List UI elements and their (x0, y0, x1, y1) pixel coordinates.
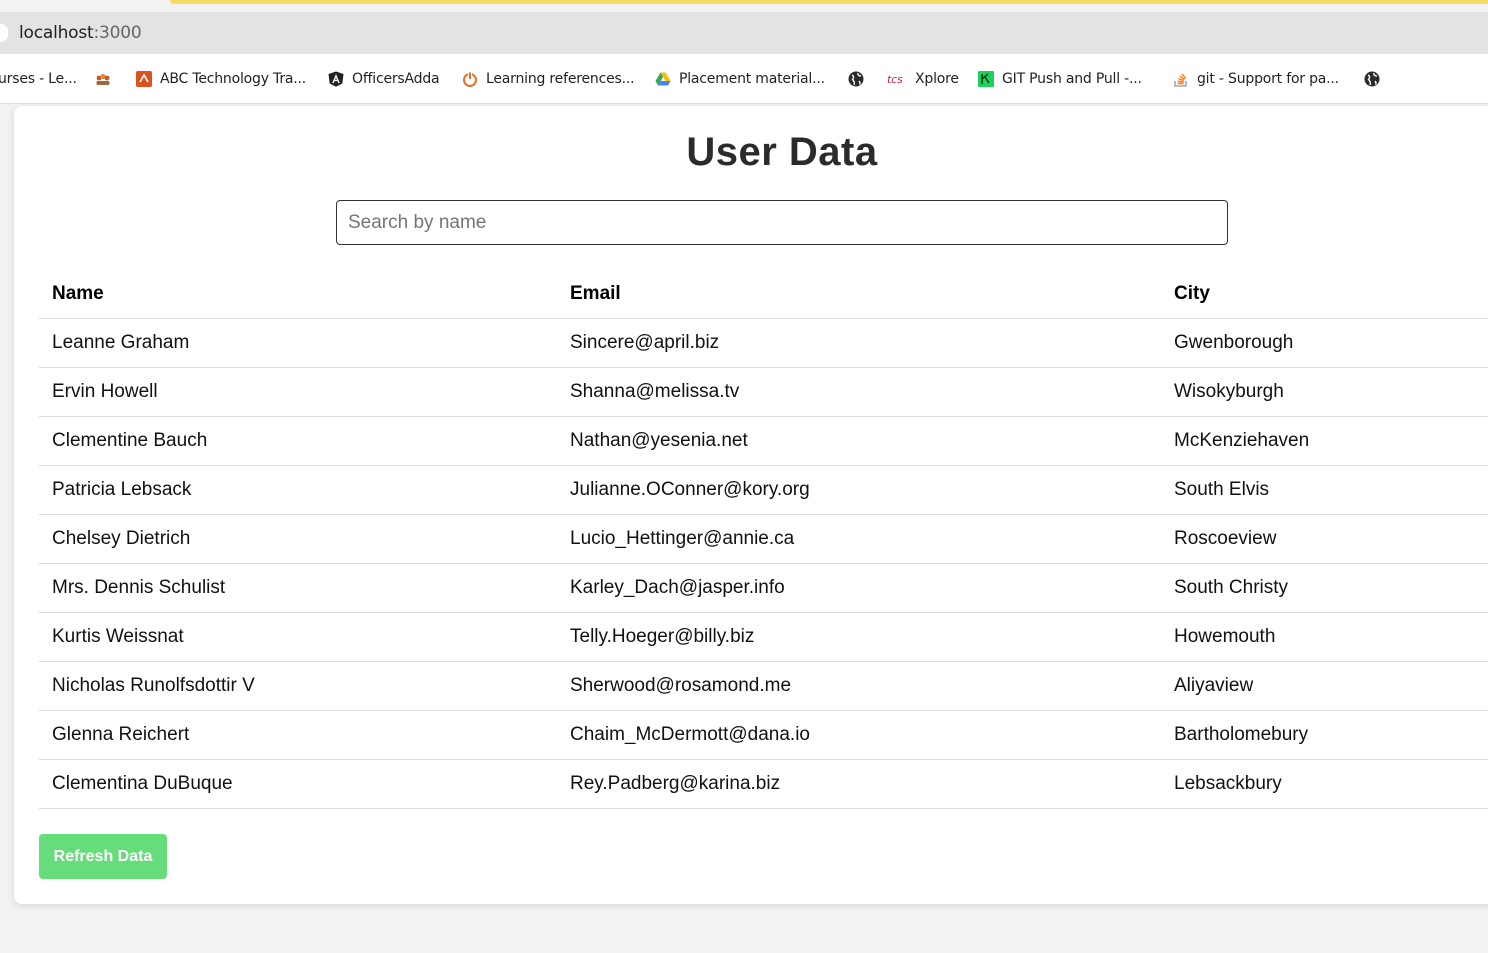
table-row: Leanne Graham Sincere@april.biz Gwenboro… (39, 319, 1488, 368)
cell-email: Karley_Dach@jasper.info (570, 577, 785, 598)
cell-email: Sincere@april.biz (570, 332, 720, 353)
cell-city: McKenziehaven (1174, 430, 1310, 451)
refresh-data-button[interactable]: Refresh Data (39, 834, 167, 879)
cell-city: Aliyaview (1174, 675, 1254, 696)
bookmark-label: Learning references... (486, 71, 635, 87)
table-row: Clementine Bauch Nathan@yesenia.net McKe… (39, 417, 1488, 466)
table-row: Mrs. Dennis Schulist Karley_Dach@jasper.… (39, 564, 1488, 613)
stack-overflow-icon (1174, 73, 1187, 87)
cell-email: Shanna@melissa.tv (570, 381, 740, 402)
column-header-email: Email (570, 283, 621, 304)
bookmark-abc-technology[interactable]: ABC Technology Tra... (136, 69, 306, 89)
table-header-row: Name Email City (39, 270, 1488, 319)
bookmark-globe-1[interactable] (848, 69, 872, 89)
svg-text:tcs: tcs (887, 73, 903, 86)
table-row: Glenna Reichert Chaim_McDermott@dana.io … (39, 711, 1488, 760)
bookmark-label: Xplore (915, 71, 959, 87)
bookmark-git-support[interactable]: git - Support for pa... (1173, 69, 1339, 89)
cell-city: Roscoeview (1174, 528, 1277, 549)
bookmark-label: urses - Le... (0, 71, 77, 87)
search-input[interactable] (336, 200, 1228, 245)
user-data-card: User Data Name Email City Leanne Graham … (14, 106, 1488, 904)
bookmark-group[interactable] (95, 69, 119, 89)
table-row: Nicholas Runolfsdottir V Sherwood@rosamo… (39, 662, 1488, 711)
url-text[interactable]: localhost:3000 (19, 23, 142, 43)
cell-name: Glenna Reichert (52, 724, 190, 745)
tcs-logo-icon: tcs (887, 73, 903, 86)
user-table: Name Email City Leanne Graham Sincere@ap… (39, 270, 1488, 809)
bookmark-label: Placement material... (679, 71, 825, 87)
site-info-icon[interactable] (0, 24, 8, 42)
cell-name: Nicholas Runolfsdottir V (52, 675, 255, 696)
orange-logo-icon (136, 71, 152, 87)
cell-city: Gwenborough (1174, 332, 1294, 353)
cell-name: Clementina DuBuque (52, 773, 233, 794)
cell-name: Mrs. Dennis Schulist (52, 577, 226, 598)
column-header-name: Name (52, 283, 104, 304)
bookmark-courses[interactable]: urses - Le... (0, 69, 77, 89)
bookmark-label: GIT Push and Pull -... (1002, 71, 1142, 87)
table-row: Chelsey Dietrich Lucio_Hettinger@annie.c… (39, 515, 1488, 564)
cell-email: Lucio_Hettinger@annie.ca (570, 528, 795, 549)
cell-email: Chaim_McDermott@dana.io (570, 724, 810, 745)
bookmark-git-push-pull[interactable]: GIT Push and Pull -... (978, 69, 1142, 89)
cell-name: Chelsey Dietrich (52, 528, 191, 549)
bookmark-label: ABC Technology Tra... (160, 71, 307, 87)
cell-city: South Christy (1174, 577, 1289, 598)
table-row: Patricia Lebsack Julianne.OConner@kory.o… (39, 466, 1488, 515)
cell-city: Howemouth (1174, 626, 1276, 647)
bookmarks-bar: urses - Le... ABC Technology Tra... Offi… (0, 54, 1488, 104)
cell-name: Ervin Howell (52, 381, 158, 402)
angular-logo-icon (328, 71, 344, 87)
globe-icon (1364, 71, 1380, 87)
cell-city: South Elvis (1174, 479, 1270, 500)
cell-email: Telly.Hoeger@billy.biz (570, 626, 755, 647)
cell-email: Nathan@yesenia.net (570, 430, 748, 451)
table-row: Ervin Howell Shanna@melissa.tv Wisokybur… (39, 368, 1488, 417)
cell-city: Wisokyburgh (1174, 381, 1284, 402)
cell-name: Kurtis Weissnat (52, 626, 184, 647)
cell-city: Lebsackbury (1174, 773, 1282, 794)
column-header-city: City (1174, 283, 1210, 304)
table-row: Clementina DuBuque Rey.Padberg@karina.bi… (39, 760, 1488, 809)
power-icon (463, 71, 477, 87)
bookmark-label: OfficersAdda (352, 71, 440, 87)
bookmark-xplore[interactable]: tcs Xplore (887, 69, 959, 89)
cell-name: Patricia Lebsack (52, 479, 192, 500)
bookmark-globe-2[interactable] (1364, 69, 1388, 89)
address-bar[interactable]: localhost:3000 (0, 12, 1488, 54)
cell-city: Bartholomebury (1174, 724, 1309, 745)
bookmark-label: git - Support for pa... (1197, 71, 1339, 87)
table-row: Kurtis Weissnat Telly.Hoeger@billy.biz H… (39, 613, 1488, 662)
globe-icon (848, 71, 864, 87)
cell-name: Clementine Bauch (52, 430, 208, 451)
google-drive-icon (655, 72, 671, 86)
group-people-icon (96, 73, 110, 85)
cell-email: Rey.Padberg@karina.biz (570, 773, 781, 794)
green-code-icon (978, 71, 994, 87)
tab-strip-accent (170, 0, 1488, 4)
bookmark-learning-references[interactable]: Learning references... (462, 69, 635, 89)
cell-email: Sherwood@rosamond.me (570, 675, 792, 696)
bookmark-placement-material[interactable]: Placement material... (655, 69, 825, 89)
bookmark-officersadda[interactable]: OfficersAdda (328, 69, 440, 89)
page-title: User Data (686, 130, 878, 174)
cell-name: Leanne Graham (52, 332, 190, 353)
cell-email: Julianne.OConner@kory.org (570, 479, 810, 500)
